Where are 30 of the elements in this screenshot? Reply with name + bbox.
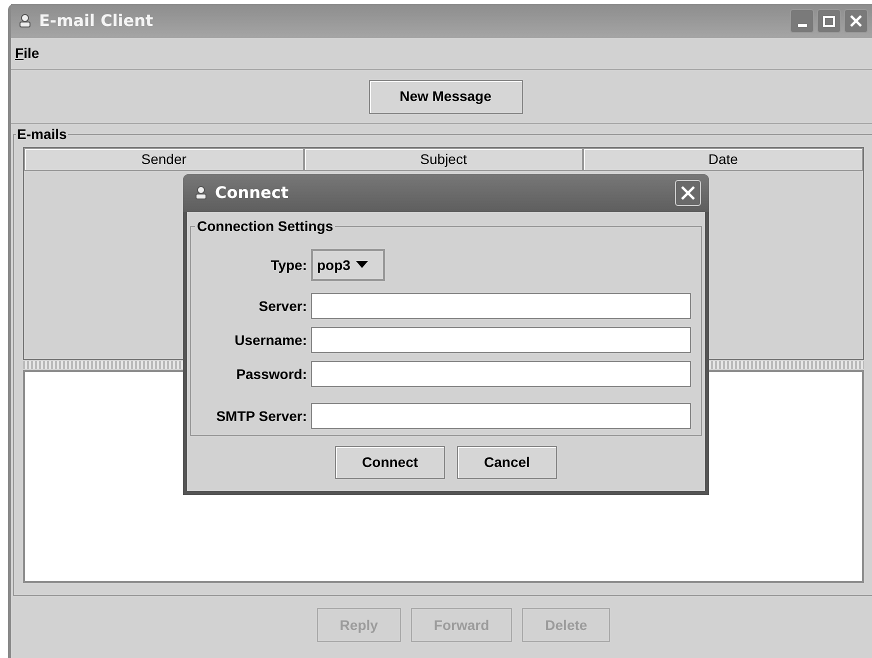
field-label: Server: <box>258 296 308 316</box>
maximize-button[interactable] <box>817 9 841 33</box>
maximize-icon <box>823 16 835 26</box>
column-header[interactable]: Subject <box>304 148 584 171</box>
field-label: Password: <box>235 364 308 384</box>
field-label: SMTP Server: <box>215 406 308 426</box>
input-field[interactable] <box>311 403 691 429</box>
app-icon <box>17 13 33 29</box>
close-button[interactable] <box>675 180 701 206</box>
input-field[interactable] <box>311 293 691 319</box>
input-field[interactable] <box>311 327 691 353</box>
field-label: Username: <box>234 330 308 350</box>
app-icon <box>193 185 209 201</box>
menu-item[interactable]: File <box>14 43 40 64</box>
new-message-button[interactable]: New Message <box>368 80 522 114</box>
caret-icon <box>356 261 368 269</box>
type-dropdown[interactable]: pop3 <box>311 249 385 281</box>
dialog-button[interactable]: Cancel <box>457 446 557 479</box>
input-field[interactable] <box>311 361 691 387</box>
column-header[interactable]: Date <box>583 148 864 171</box>
dialog-button[interactable]: Connect <box>335 446 446 479</box>
column-header[interactable]: Sender <box>24 148 304 171</box>
type-label: Type: <box>270 256 308 275</box>
minimize-button[interactable] <box>790 9 814 33</box>
minimize-icon <box>798 24 806 26</box>
dialog-title: Connect <box>215 182 288 204</box>
window-title: E-mail Client <box>39 10 154 32</box>
close-icon <box>849 14 863 28</box>
close-icon <box>680 185 696 201</box>
close-button[interactable] <box>844 9 868 33</box>
